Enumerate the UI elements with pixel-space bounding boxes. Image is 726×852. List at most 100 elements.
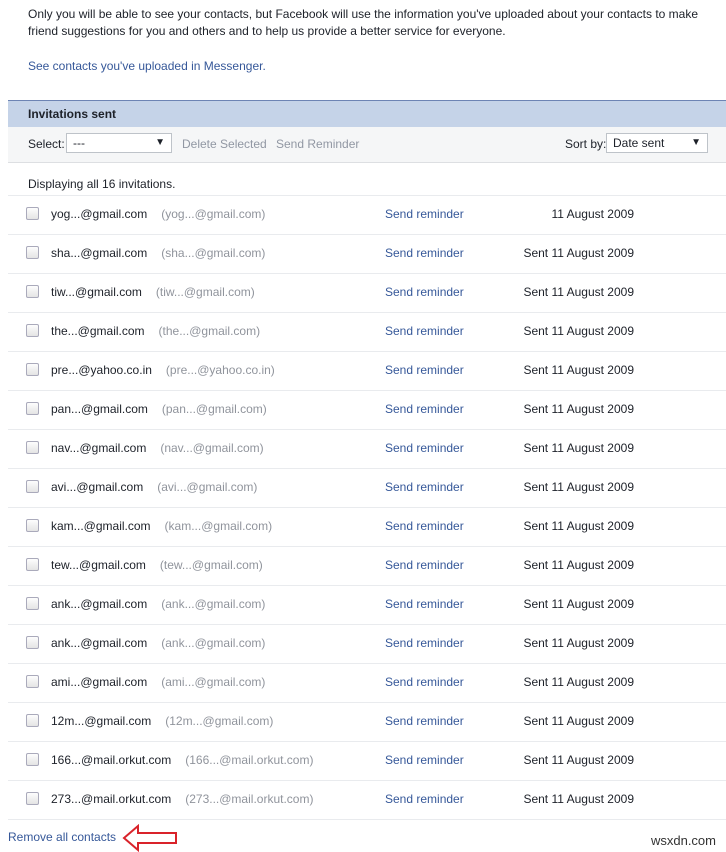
send-reminder-link[interactable]: Send reminder [385, 480, 464, 494]
send-reminder-link[interactable]: Send reminder [385, 285, 464, 299]
send-reminder-link[interactable]: Send reminder [385, 402, 464, 416]
sent-date: 11 August 2009 [551, 207, 634, 221]
contact-email-alt: (avi...@gmail.com) [157, 480, 258, 494]
dropdown-arrow-icon: ▼ [691, 137, 701, 148]
contact-email-group: ami...@gmail.com (ami...@gmail.com) [51, 675, 265, 689]
sent-date: Sent 11 August 2009 [523, 675, 634, 689]
sent-date: Sent 11 August 2009 [523, 285, 634, 299]
send-reminder-link[interactable]: Send reminder [385, 363, 464, 377]
send-reminder-link[interactable]: Send reminder [385, 636, 464, 650]
row-checkbox[interactable] [26, 792, 39, 805]
contact-email-group: tiw...@gmail.com (tiw...@gmail.com) [51, 285, 255, 299]
send-reminder-link[interactable]: Send reminder [385, 714, 464, 728]
contact-email: tiw...@gmail.com [51, 285, 142, 299]
toolbar: Select: --- ▼ Delete Selected Send Remin… [8, 127, 726, 163]
send-reminder-link[interactable]: Send reminder [385, 675, 464, 689]
sent-date: Sent 11 August 2009 [523, 363, 634, 377]
sent-date: Sent 11 August 2009 [523, 480, 634, 494]
sent-date: Sent 11 August 2009 [523, 402, 634, 416]
sent-date: Sent 11 August 2009 [523, 636, 634, 650]
contact-email: 166...@mail.orkut.com [51, 753, 172, 767]
sent-date: Sent 11 August 2009 [523, 519, 634, 533]
contact-email-alt: (pan...@gmail.com) [161, 402, 267, 416]
panel-title: Invitations sent [8, 100, 726, 127]
row-checkbox[interactable] [26, 363, 39, 376]
remove-all-contacts-link[interactable]: Remove all contacts [8, 830, 116, 844]
contact-email-group: pre...@yahoo.co.in (pre...@yahoo.co.in) [51, 363, 275, 377]
row-checkbox[interactable] [26, 636, 39, 649]
contact-email: sha...@gmail.com [51, 246, 148, 260]
contact-email-group: sha...@gmail.com (sha...@gmail.com) [51, 246, 265, 260]
contact-email: tew...@gmail.com [51, 558, 146, 572]
contact-email-group: ank...@gmail.com (ank...@gmail.com) [51, 636, 265, 650]
row-checkbox[interactable] [26, 441, 39, 454]
contact-email-alt: (yog...@gmail.com) [161, 207, 266, 221]
invitation-list: yog...@gmail.com (yog...@gmail.com) Send … [8, 196, 726, 820]
contact-email-alt: (the...@gmail.com) [158, 324, 261, 338]
invitation-row: tew...@gmail.com (tew...@gmail.com) Send … [8, 547, 726, 586]
row-checkbox[interactable] [26, 714, 39, 727]
contact-email-alt: (12m...@gmail.com) [165, 714, 274, 728]
contact-email-group: the...@gmail.com (the...@gmail.com) [51, 324, 260, 338]
row-checkbox[interactable] [26, 597, 39, 610]
contact-email-group: pan...@gmail.com (pan...@gmail.com) [51, 402, 267, 416]
row-checkbox[interactable] [26, 753, 39, 766]
row-checkbox[interactable] [26, 675, 39, 688]
row-checkbox[interactable] [26, 519, 39, 532]
send-reminder-link[interactable]: Send reminder [385, 246, 464, 260]
contact-email-alt: (kam...@gmail.com) [164, 519, 273, 533]
sent-date: Sent 11 August 2009 [523, 246, 634, 260]
select-dropdown[interactable]: --- ▼ [66, 133, 172, 153]
invitation-row: ank...@gmail.com (ank...@gmail.com) Send … [8, 625, 726, 664]
displaying-count: Displaying all 16 invitations. [8, 163, 726, 196]
select-label: Select: [28, 137, 65, 151]
contact-email: ank...@gmail.com [51, 597, 148, 611]
row-checkbox[interactable] [26, 558, 39, 571]
invitation-row: sha...@gmail.com (sha...@gmail.com) Send … [8, 235, 726, 274]
send-reminder-link[interactable]: Send reminder [385, 597, 464, 611]
sort-dropdown[interactable]: Date sent ▼ [606, 133, 708, 153]
row-checkbox[interactable] [26, 246, 39, 259]
send-reminder-link[interactable]: Send reminder [385, 558, 464, 572]
contact-email-group: 12m...@gmail.com (12m...@gmail.com) [51, 714, 273, 728]
contact-email-group: 273...@mail.orkut.com (273...@mail.orkut.… [51, 792, 313, 806]
send-reminder-link[interactable]: Send reminder [385, 207, 464, 221]
contact-email-alt: (ami...@gmail.com) [161, 675, 266, 689]
messenger-contacts-link[interactable]: See contacts you've uploaded in Messenge… [28, 59, 266, 73]
invitation-row: ank...@gmail.com (ank...@gmail.com) Send … [8, 586, 726, 625]
contact-email-group: 166...@mail.orkut.com (166...@mail.orkut.… [51, 753, 313, 767]
invitation-row: the...@gmail.com (the...@gmail.com) Send … [8, 313, 726, 352]
row-checkbox[interactable] [26, 207, 39, 220]
intro-text: Only you will be able to see your contac… [28, 7, 699, 38]
contact-email-alt: (tew...@gmail.com) [159, 558, 263, 572]
contact-email: ank...@gmail.com [51, 636, 148, 650]
invitation-row: nav...@gmail.com (nav...@gmail.com) Send … [8, 430, 726, 469]
select-value: --- [73, 136, 85, 150]
contact-email-group: ank...@gmail.com (ank...@gmail.com) [51, 597, 265, 611]
row-checkbox[interactable] [26, 480, 39, 493]
contact-email-alt: (tiw...@gmail.com) [155, 285, 255, 299]
contact-email: 273...@mail.orkut.com [51, 792, 172, 806]
delete-selected-button[interactable]: Delete Selected [182, 137, 267, 151]
invitation-row: ami...@gmail.com (ami...@gmail.com) Send … [8, 664, 726, 703]
send-reminder-link[interactable]: Send reminder [385, 441, 464, 455]
row-checkbox[interactable] [26, 285, 39, 298]
contact-email-alt: (273...@mail.orkut.com) [185, 792, 314, 806]
contact-email: yog...@gmail.com [51, 207, 148, 221]
invitation-row: pan...@gmail.com (pan...@gmail.com) Send … [8, 391, 726, 430]
invitations-panel: Invitations sent Select: --- ▼ Delete Se… [8, 100, 726, 820]
contact-email-group: kam...@gmail.com (kam...@gmail.com) [51, 519, 272, 533]
sent-date: Sent 11 August 2009 [523, 753, 634, 767]
send-reminder-link[interactable]: Send reminder [385, 753, 464, 767]
invitation-row: 12m...@gmail.com (12m...@gmail.com) Send … [8, 703, 726, 742]
send-reminder-link[interactable]: Send reminder [385, 792, 464, 806]
send-reminder-link[interactable]: Send reminder [385, 519, 464, 533]
row-checkbox[interactable] [26, 402, 39, 415]
send-reminder-button[interactable]: Send Reminder [276, 137, 359, 151]
row-checkbox[interactable] [26, 324, 39, 337]
contact-email-group: yog...@gmail.com (yog...@gmail.com) [51, 207, 265, 221]
contact-email-alt: (ank...@gmail.com) [161, 597, 266, 611]
sent-date: Sent 11 August 2009 [523, 441, 634, 455]
sort-label: Sort by: [565, 137, 607, 151]
send-reminder-link[interactable]: Send reminder [385, 324, 464, 338]
